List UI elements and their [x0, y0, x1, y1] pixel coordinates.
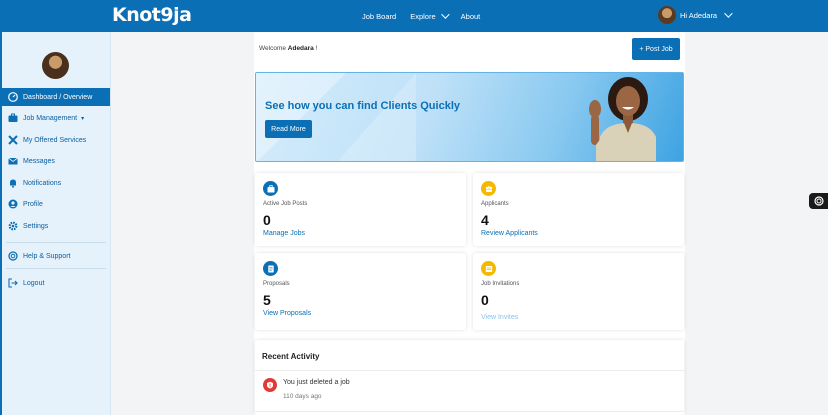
- welcome-prefix: Welcome: [259, 45, 288, 52]
- divider: [255, 411, 684, 412]
- top-nav: Job Board Explore About: [362, 0, 494, 32]
- gear-icon: [8, 221, 18, 231]
- read-more-button[interactable]: Read More: [265, 120, 312, 138]
- post-job-button[interactable]: + Post Job: [632, 38, 680, 60]
- promo-banner: See how you can find Clients Quickly Rea…: [255, 72, 684, 162]
- group-icon: [481, 181, 496, 196]
- stat-label: Job Invitations: [481, 281, 520, 287]
- activity-text: You just deleted a job: [283, 379, 350, 386]
- sidebar-item-logout[interactable]: Logout: [0, 274, 110, 292]
- stat-value: 5: [263, 292, 271, 308]
- nav-about-label: About: [460, 11, 481, 21]
- stat-value: 0: [481, 292, 489, 308]
- envelope-icon: [8, 156, 18, 166]
- sidebar-item-label: Job Management: [23, 114, 78, 122]
- sidebar-item-label: My Offered Services: [23, 136, 87, 144]
- recent-activity-panel: Recent Activity You just deleted a job 1…: [255, 340, 684, 415]
- welcome-text: Welcome Adedara !: [259, 45, 317, 52]
- user-icon: [8, 199, 18, 209]
- avatar: [658, 6, 676, 24]
- sidebar: Dashboard / Overview Job Management ▾ My…: [0, 32, 111, 415]
- sidebar-item-label: Profile: [23, 200, 43, 208]
- nav-explore[interactable]: Explore: [410, 10, 450, 21]
- stat-card-proposals: Proposals 5 View Proposals: [255, 253, 466, 330]
- user-greeting: Hi Adedara: [680, 10, 718, 20]
- view-proposals-link[interactable]: View Proposals: [263, 310, 311, 317]
- sidebar-item-messages[interactable]: Messages: [0, 152, 110, 170]
- banner-decoration: [256, 73, 346, 161]
- chevron-down-icon: [724, 9, 733, 18]
- stat-value: 0: [263, 212, 271, 228]
- sidebar-item-dashboard[interactable]: Dashboard / Overview: [0, 88, 110, 106]
- sidebar-item-job-management[interactable]: Job Management ▾: [0, 109, 110, 127]
- sidebar-edge: [0, 32, 2, 415]
- sidebar-divider: [6, 268, 106, 269]
- divider: [255, 370, 684, 371]
- invitation-icon: [481, 261, 496, 276]
- stat-label: Applicants: [481, 201, 509, 207]
- sidebar-item-offered-services[interactable]: My Offered Services: [0, 131, 110, 149]
- stat-label: Proposals: [263, 281, 290, 287]
- stat-card-applicants: Applicants 4 Review Applicants: [473, 173, 684, 246]
- spiral-icon: [813, 196, 824, 206]
- activity-time: 110 days ago: [283, 393, 322, 400]
- alert-icon: [263, 378, 277, 392]
- sidebar-item-label: Dashboard / Overview: [23, 93, 93, 101]
- chevron-down-icon: [440, 10, 450, 19]
- floating-widget-button[interactable]: [809, 193, 828, 209]
- lifebuoy-icon: [8, 251, 18, 261]
- welcome-suffix: !: [313, 45, 318, 52]
- sidebar-item-label: Help & Support: [23, 252, 71, 260]
- nav-job-board[interactable]: Job Board: [362, 12, 396, 21]
- briefcase-icon: [8, 113, 18, 123]
- sidebar-item-settings[interactable]: Settings: [0, 217, 110, 235]
- sidebar-item-help[interactable]: Help & Support: [0, 247, 110, 265]
- stat-card-job-invitations: Job Invitations 0 View Invites: [473, 253, 684, 330]
- top-navbar: Knot9ja Job Board Explore About Hi Adeda…: [0, 0, 828, 32]
- sidebar-divider: [6, 242, 106, 243]
- manage-jobs-link[interactable]: Manage Jobs: [263, 230, 305, 237]
- sidebar-item-profile[interactable]: Profile: [0, 195, 110, 213]
- document-icon: [263, 261, 278, 276]
- welcome-name: Adedara: [287, 45, 314, 52]
- view-invites-link[interactable]: View Invites: [481, 314, 518, 321]
- banner-person-illustration: [589, 77, 656, 161]
- main-content: Welcome Adedara ! + Post Job See how you…: [254, 32, 685, 415]
- logout-icon: [8, 278, 18, 288]
- sidebar-item-label: Messages: [23, 157, 55, 165]
- sidebar-item-notifications[interactable]: Notifications: [0, 174, 110, 192]
- sidebar-avatar: [42, 52, 69, 79]
- recent-activity-title: Recent Activity: [262, 352, 320, 361]
- bell-icon: [8, 178, 18, 188]
- nav-job-board-label: Job Board: [362, 11, 397, 21]
- stat-card-active-jobs: Active Job Posts 0 Manage Jobs: [255, 173, 466, 246]
- sidebar-item-label: Logout: [23, 279, 45, 287]
- stat-value: 4: [481, 212, 489, 228]
- sidebar-item-label: Settings: [23, 222, 49, 230]
- nav-about[interactable]: About: [461, 12, 481, 21]
- caret-down-icon: ▾: [81, 115, 85, 122]
- sidebar-item-label: Notifications: [23, 179, 62, 187]
- briefcase-icon: [263, 181, 278, 196]
- user-menu[interactable]: Hi Adedara: [658, 6, 733, 24]
- banner-title: See how you can find Clients Quickly: [265, 100, 460, 112]
- stat-label: Active Job Posts: [263, 201, 308, 207]
- banner-decoration: [336, 73, 416, 161]
- dashboard-icon: [8, 92, 18, 102]
- tools-icon: [8, 135, 18, 145]
- nav-explore-label: Explore: [410, 11, 436, 21]
- review-applicants-link[interactable]: Review Applicants: [481, 230, 538, 237]
- brand-logo[interactable]: Knot9ja: [112, 4, 192, 26]
